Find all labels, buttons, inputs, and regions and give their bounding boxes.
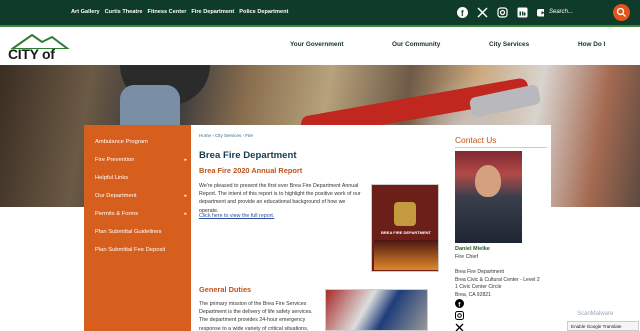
submenu-arrow-icon: ▸ [184,211,187,217]
linkedin-icon[interactable] [517,7,528,18]
sidebar-menu: Ambulance Program Fire Prevention ▸ Helpf… [84,125,191,331]
contact-panel: Contact Us Daniel Mielke Fire Chief Brea… [446,125,551,331]
submenu-arrow-icon: ▸ [184,193,187,199]
page-title: Brea Fire Department [199,150,297,161]
search-input[interactable]: Search... [544,5,606,20]
divider [455,147,547,148]
sidebar-item-permits-forms[interactable]: Permits & Forms ▸ [95,211,187,217]
utility-links: Art Gallery Curtis Theatre Fitness Cente… [71,9,288,15]
x-twitter-icon[interactable] [455,323,465,331]
fire-badge-icon [394,202,416,226]
instagram-icon[interactable] [455,311,465,323]
nav-city-services[interactable]: City Services [489,41,529,48]
contact-title: Contact Us [455,135,497,145]
city-logo[interactable]: CITY of BREA [8,31,86,78]
contact-name[interactable]: Daniel Mielke [455,246,490,252]
utility-link-art-gallery[interactable]: Art Gallery [71,9,100,15]
utility-bar: Art Gallery Curtis Theatre Fitness Cente… [0,0,640,27]
sidebar-item-plan-submittal-guidelines[interactable]: Plan Submittal Guidelines [95,229,187,235]
section-heading-general-duties: General Duties [199,285,252,294]
report-cover-flames [374,240,438,270]
sidebar-item-plan-submittal-fee-deposit[interactable]: Plan Submittal Fee Deposit [95,247,187,253]
submenu-arrow-icon: ▸ [184,157,187,163]
full-report-link[interactable]: Click here to view the full report. [199,213,274,219]
x-twitter-icon[interactable] [477,7,488,18]
nav-your-government[interactable]: Your Government [290,41,344,48]
sidebar-item-ambulance-program[interactable]: Ambulance Program [95,139,187,145]
instagram-icon[interactable] [497,7,508,18]
contact-role: Fire Chief [455,254,478,260]
section-heading-annual-report: Brea Fire 2020 Annual Report [199,166,303,175]
breadcrumb[interactable]: Home › City Services › Fire [199,133,253,138]
annual-report-cover-image[interactable]: BREA FIRE DEPARTMENT [371,184,439,272]
svg-text:f: f [461,9,464,18]
social-links: f [457,7,548,18]
facebook-icon[interactable]: f [455,299,465,311]
facebook-icon[interactable]: f [457,7,468,18]
fire-truck-flag-image [325,289,428,331]
contact-address: Brea Fire Department Brea Civic & Cultur… [455,269,540,298]
utility-link-curtis-theatre[interactable]: Curtis Theatre [105,9,143,15]
search-icon [616,7,626,17]
nav-our-community[interactable]: Our Community [392,41,440,48]
sidebar-item-fire-prevention[interactable]: Fire Prevention ▸ [95,157,187,163]
sidebar-item-helpful-links[interactable]: Helpful Links [95,175,187,181]
main-nav: CITY of BREA Your Government Our Communi… [0,29,640,78]
nav-how-do-i[interactable]: How Do I [578,41,605,48]
sidebar-item-our-department[interactable]: Our Department ▸ [95,193,187,199]
fire-chief-photo [455,151,522,243]
annual-report-text: We're pleased to present the first ever … [199,183,361,214]
utility-link-police-department[interactable]: Police Department [239,9,288,15]
main-content: Home › City Services › Fire Brea Fire De… [191,125,446,331]
search-button[interactable] [613,4,630,21]
chief-face [475,165,501,197]
google-translate-button[interactable]: Enable Google Translate [567,321,639,331]
contact-social-icons: f [455,299,465,331]
general-duties-text: The primary mission of the Brea Fire Ser… [199,301,313,331]
report-cover-caption: BREA FIRE DEPARTMENT [381,230,431,235]
utility-link-fire-department[interactable]: Fire Department [191,9,234,15]
scan-malware-badge: ScanMalware [577,311,614,317]
utility-link-fitness-center[interactable]: Fitness Center [148,9,187,15]
